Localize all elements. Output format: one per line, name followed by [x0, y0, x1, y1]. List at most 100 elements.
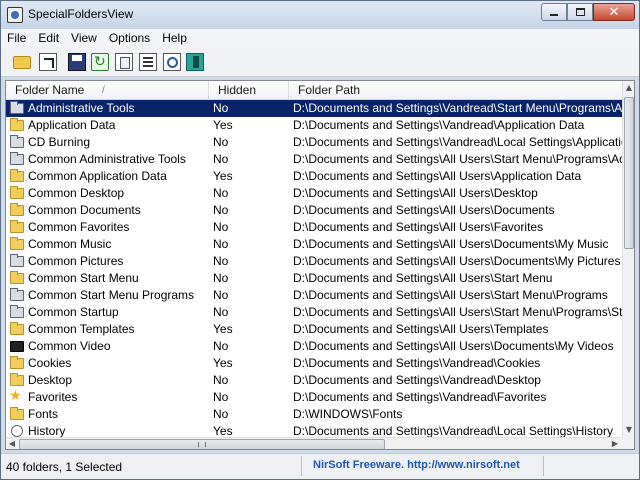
- status-divider: [301, 456, 302, 476]
- folder-path-cell: D:\Documents and Settings\All Users\Favo…: [293, 220, 544, 234]
- horizontal-scrollbar[interactable]: ◀ ▶: [6, 437, 622, 449]
- hidden-cell: No: [213, 305, 229, 319]
- scroll-right-icon[interactable]: ▶: [609, 437, 621, 449]
- exit-icon[interactable]: [186, 53, 204, 71]
- column-header-label: Hidden: [218, 83, 257, 97]
- hidden-cell: Yes: [213, 356, 233, 370]
- status-divider: [543, 456, 544, 476]
- table-row[interactable]: Common Templates Yes D:\Documents and Sett…: [6, 321, 622, 338]
- folder-path-cell: D:\Documents and Settings\All Users\Docu…: [293, 237, 609, 251]
- list-rows: Administrative Tools No D:\Documents and S…: [6, 100, 622, 437]
- scroll-left-icon[interactable]: ◀: [6, 437, 18, 449]
- menu-help[interactable]: Help: [156, 29, 193, 47]
- hidden-cell: No: [213, 373, 229, 387]
- folder-path-cell: D:\Documents and Settings\All Users\Docu…: [293, 339, 614, 353]
- folder-icon: [10, 271, 24, 284]
- table-row[interactable]: Common Documents No D:\Documents and Setti…: [6, 202, 622, 219]
- status-folder-count: 40 folders, 1 Selected: [6, 460, 123, 474]
- table-row[interactable]: Common Start Menu No D:\Documents and Sett…: [6, 270, 622, 287]
- folder-path-cell: D:\Documents and Settings\All Users\Star…: [293, 288, 608, 302]
- folder-name-cell: Common Administrative Tools: [28, 152, 186, 166]
- sort-indicator: /: [102, 85, 105, 96]
- hidden-cell: No: [213, 186, 229, 200]
- maximize-button[interactable]: [567, 3, 593, 21]
- vertical-scroll-thumb[interactable]: [624, 97, 634, 249]
- hidden-cell: No: [213, 152, 229, 166]
- menu-edit[interactable]: Edit: [32, 29, 65, 47]
- hidden-cell: No: [213, 203, 229, 217]
- folder-path-cell: D:\Documents and Settings\All Users\Desk…: [293, 186, 538, 200]
- hidden-cell: Yes: [213, 424, 233, 437]
- menu-bar: File Edit View Options Help: [1, 29, 639, 47]
- folder-name-cell: Favorites: [28, 390, 78, 404]
- table-row[interactable]: Administrative Tools No D:\Documents and S…: [6, 100, 622, 117]
- table-row[interactable]: Fonts No D:\WINDOWS\Fonts: [6, 406, 622, 423]
- app-icon[interactable]: [7, 7, 23, 23]
- hidden-cell: No: [213, 254, 229, 268]
- folder-path-cell: D:\Documents and Settings\All Users\Star…: [293, 152, 622, 166]
- folder-icon: [10, 356, 24, 369]
- refresh-icon[interactable]: [91, 53, 109, 71]
- vertical-scrollbar[interactable]: ▲ ▼: [622, 81, 634, 437]
- folder-list[interactable]: Folder Name / Hidden Folder Path Adminis…: [5, 80, 635, 450]
- folder-path-cell: D:\Documents and Settings\Vandread\Cooki…: [293, 356, 541, 370]
- folder-name-cell: Common Favorites: [28, 220, 130, 234]
- column-header-label: Folder Name: [15, 83, 85, 97]
- folder-name-cell: Common Music: [28, 237, 112, 251]
- save-icon[interactable]: [68, 53, 86, 71]
- system-folder-icon: [10, 288, 24, 301]
- close-icon: ✕: [608, 4, 620, 20]
- menu-file[interactable]: File: [1, 29, 32, 47]
- table-row[interactable]: Cookies Yes D:\Documents and Settings\Vand…: [6, 355, 622, 372]
- table-row[interactable]: Common Video No D:\Documents and Settings\…: [6, 338, 622, 355]
- folder-name-cell: Common Application Data: [28, 169, 167, 183]
- open-folder-icon[interactable]: [13, 56, 31, 69]
- table-row[interactable]: Common Startup No D:\Documents and Setting…: [6, 304, 622, 321]
- folder-path-cell: D:\Documents and Settings\All Users\Docu…: [293, 203, 555, 217]
- folder-icon: [10, 118, 24, 131]
- table-row[interactable]: CD Burning No D:\Documents and Settings\Va…: [6, 134, 622, 151]
- column-header-folder-path[interactable]: Folder Path: [289, 81, 622, 100]
- column-header-label: Folder Path: [298, 83, 361, 97]
- hidden-cell: No: [213, 390, 229, 404]
- properties-icon[interactable]: [139, 53, 157, 71]
- table-row[interactable]: Desktop No D:\Documents and Settings\Vandr…: [6, 372, 622, 389]
- table-row[interactable]: Common Desktop No D:\Documents and Setting…: [6, 185, 622, 202]
- table-row[interactable]: Application Data Yes D:\Documents and Sett…: [6, 117, 622, 134]
- find-icon[interactable]: [163, 53, 181, 71]
- table-row[interactable]: Common Start Menu Programs No D:\Documents…: [6, 287, 622, 304]
- table-row[interactable]: History Yes D:\Documents and Settings\Vand…: [6, 423, 622, 437]
- horizontal-scroll-thumb[interactable]: [19, 439, 385, 449]
- table-row[interactable]: Common Application Data Yes D:\Documents a…: [6, 168, 622, 185]
- minimize-button[interactable]: [541, 3, 567, 21]
- scroll-down-icon[interactable]: ▼: [623, 423, 634, 437]
- table-row[interactable]: Favorites No D:\Documents and Settings\Van…: [6, 387, 622, 406]
- table-row[interactable]: Common Favorites No D:\Documents and Setti…: [6, 219, 622, 236]
- column-header-hidden[interactable]: Hidden: [209, 81, 289, 100]
- folder-path-cell: D:\Documents and Settings\Vandread\Local…: [293, 135, 622, 149]
- nirsoft-link[interactable]: NirSoft Freeware. http://www.nirsoft.net: [313, 459, 520, 471]
- copy-icon[interactable]: [115, 53, 133, 71]
- window-title: SpecialFoldersView: [28, 7, 134, 21]
- folder-icon: [10, 203, 24, 216]
- folder-name-cell: Fonts: [28, 407, 59, 421]
- title-bar[interactable]: SpecialFoldersView ✕: [1, 1, 639, 29]
- list-header: Folder Name / Hidden Folder Path: [6, 81, 622, 100]
- close-button[interactable]: ✕: [593, 3, 635, 21]
- folder-path-cell: D:\Documents and Settings\Vandread\Appli…: [293, 118, 585, 132]
- menu-options[interactable]: Options: [103, 29, 156, 47]
- table-row[interactable]: Common Pictures No D:\Documents and Settin…: [6, 253, 622, 270]
- menu-view[interactable]: View: [65, 29, 103, 47]
- folder-path-cell: D:\WINDOWS\Fonts: [293, 407, 403, 421]
- table-row[interactable]: Common Administrative Tools No D:\Document…: [6, 151, 622, 168]
- folder-name-cell: Common Pictures: [28, 254, 124, 268]
- scroll-up-icon[interactable]: ▲: [623, 81, 634, 95]
- folder-name-cell: Common Video: [28, 339, 111, 353]
- column-header-folder-name[interactable]: Folder Name /: [6, 81, 209, 100]
- maximize-icon: [575, 8, 585, 16]
- table-row[interactable]: Common Music No D:\Documents and Settings\…: [6, 236, 622, 253]
- hidden-cell: No: [213, 101, 229, 115]
- folder-path-cell: D:\Documents and Settings\Vandread\Start…: [293, 101, 622, 115]
- open-shortcut-icon[interactable]: [39, 53, 57, 71]
- hidden-cell: No: [213, 288, 229, 302]
